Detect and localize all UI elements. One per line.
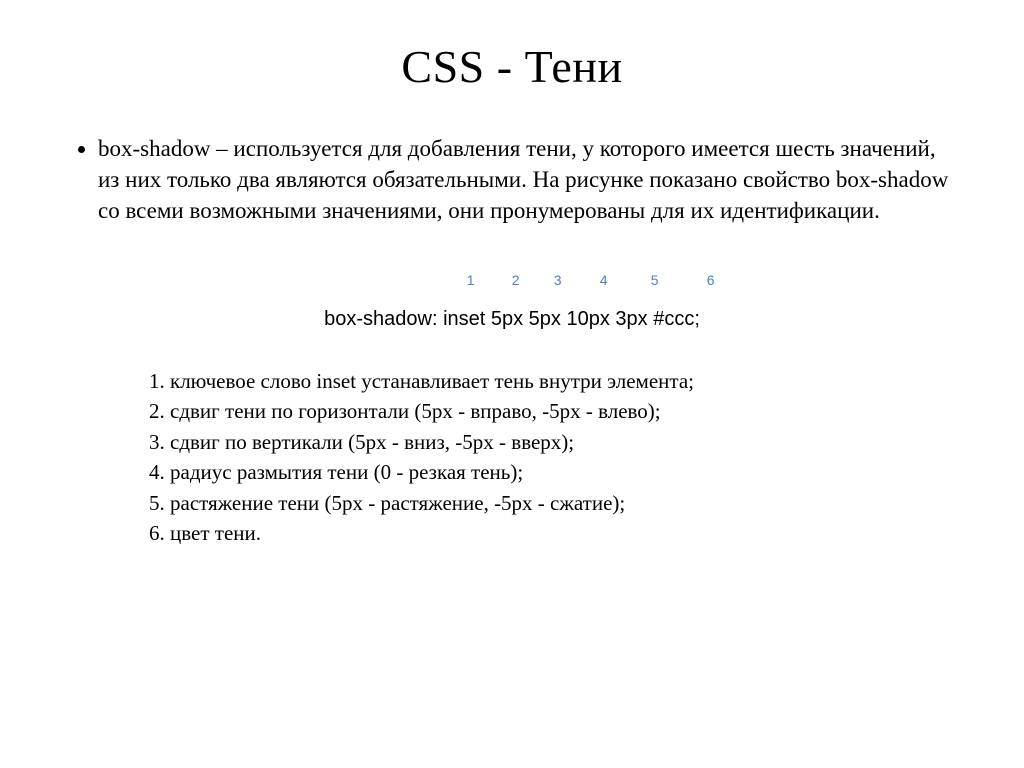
code-figure: 123456 box-shadow: inset 5px 5px 10px 3p… xyxy=(70,256,954,331)
num-2: 2 xyxy=(495,272,537,288)
legend-item-1: ключевое слово inset устанавливает тень … xyxy=(170,367,954,395)
main-bullet-list: box-shadow – используется для добавления… xyxy=(70,133,954,226)
num-5: 5 xyxy=(629,272,681,288)
annotation-numbers: 123456 xyxy=(283,256,740,304)
main-bullet: box-shadow – используется для добавления… xyxy=(98,133,954,226)
code-line: box-shadow: inset 5px 5px 10px 3px #ccc; xyxy=(324,308,700,330)
num-1: 1 xyxy=(447,272,495,288)
legend-item-2: сдвиг тени по горизонтали (5px - вправо,… xyxy=(170,397,954,425)
legend-item-6: цвет тени. xyxy=(170,519,954,547)
num-3: 3 xyxy=(537,272,579,288)
legend-item-5: растяжение тени (5px - растяжение, -5px … xyxy=(170,489,954,517)
num-4: 4 xyxy=(579,272,629,288)
legend-item-4: радиус размытия тени (0 - резкая тень); xyxy=(170,458,954,486)
num-6: 6 xyxy=(681,272,741,288)
legend-list: ключевое слово inset устанавливает тень … xyxy=(130,367,954,547)
legend-item-3: сдвиг по вертикали (5px - вниз, -5px - в… xyxy=(170,428,954,456)
slide: CSS - Тени box-shadow – используется для… xyxy=(0,0,1024,768)
slide-title: CSS - Тени xyxy=(70,40,954,93)
